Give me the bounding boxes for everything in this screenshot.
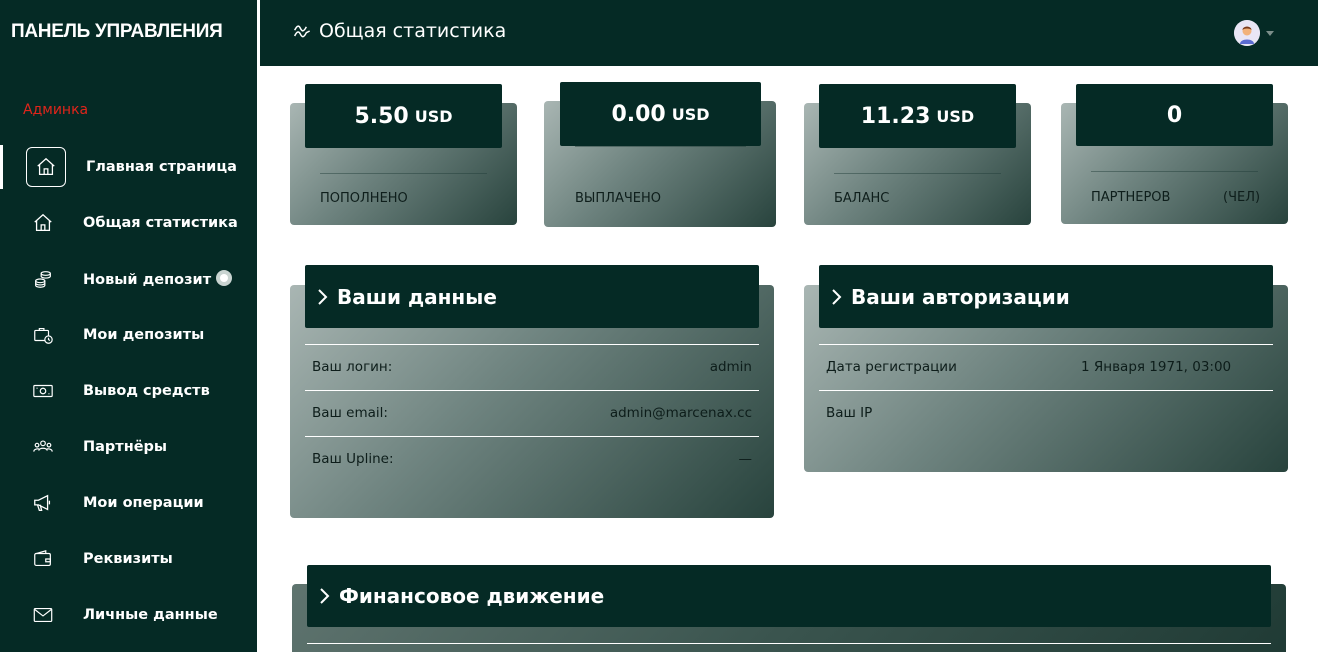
stat-value-box: 0.00 USD — [560, 82, 761, 146]
panel-title: Ваши данные — [337, 284, 497, 309]
stat-value: 5.50 — [354, 103, 409, 129]
sidebar-nav: Главная страница Общая статистика Новый … — [0, 139, 257, 643]
divider — [819, 390, 1273, 391]
sidebar-item-statistics[interactable]: Общая статистика — [0, 195, 257, 251]
activity-icon — [293, 23, 313, 39]
mail-icon — [31, 603, 55, 627]
email-value: admin@marcenax.cc — [609, 405, 752, 421]
registration-date-label: Дата регистрации — [826, 359, 957, 375]
registration-date-value: 1 Января 1971, 03:00 — [1081, 359, 1232, 375]
chevron-right-icon — [319, 587, 331, 605]
sidebar-item-label: Реквизиты — [83, 551, 173, 567]
panel-header: Ваши авторизации — [819, 265, 1273, 328]
sidebar-item-label: Личные данные — [83, 607, 218, 623]
stat-value-box: 5.50 USD — [305, 84, 502, 148]
stat-card-paid-out: 0.00 USD ВЫПЛАЧЕНО — [544, 82, 776, 227]
cash-icon — [31, 379, 55, 403]
stat-card-deposited: 5.50 USD ПОПОЛНЕНО — [290, 84, 517, 226]
stat-unit: (ЧЕЛ) — [1223, 190, 1261, 205]
user-avatar-icon — [1234, 20, 1260, 46]
page-title: Общая статистика — [293, 20, 506, 42]
panel-title: Ваши авторизации — [851, 284, 1070, 309]
user-menu[interactable] — [1234, 20, 1274, 46]
panel-title: Финансовое движение — [339, 584, 605, 608]
sidebar: ПАНЕЛЬ УПРАВЛЕНИЯ Админка Главная страни… — [0, 0, 257, 652]
stat-value-box: 11.23 USD — [819, 84, 1016, 148]
panel-header: Ваши данные — [305, 265, 759, 328]
sidebar-item-home[interactable]: Главная страница — [0, 139, 257, 195]
sidebar-item-requisites[interactable]: Реквизиты — [0, 531, 257, 587]
sidebar-item-partners[interactable]: Партнёры — [0, 419, 257, 475]
stat-label: БАЛАНС — [834, 191, 890, 206]
stat-value: 0.00 — [611, 101, 666, 127]
upline-value: — — [738, 451, 753, 467]
stat-currency: USD — [414, 106, 453, 126]
divider — [307, 643, 1271, 644]
divider — [320, 173, 487, 174]
stat-label: ПОПОЛНЕНО — [320, 191, 408, 206]
sidebar-item-new-deposit[interactable]: Новый депозит — [0, 251, 257, 307]
divider — [305, 390, 759, 391]
sidebar-item-my-deposits[interactable]: Мои депозиты — [0, 307, 257, 363]
sidebar-item-personal[interactable]: Личные данные — [0, 587, 257, 643]
sidebar-item-label-wrap: Новый депозит — [83, 270, 233, 288]
sidebar-item-label: Новый депозит — [83, 272, 212, 288]
login-label: Ваш логин: — [312, 359, 393, 375]
stat-value-box: 0 — [1076, 84, 1273, 146]
divider — [305, 436, 759, 437]
stat-currency: USD — [936, 106, 975, 126]
ip-label: Ваш IP — [826, 405, 873, 421]
divider — [1091, 171, 1258, 172]
your-auth-panel: Ваши авторизации Дата регистрации 1 Янва… — [804, 265, 1288, 472]
briefcase-clock-icon — [31, 323, 55, 347]
chevron-right-icon — [317, 288, 329, 306]
sidebar-item-label: Вывод средств — [83, 383, 210, 399]
login-value: admin — [709, 359, 752, 375]
megaphone-icon — [31, 491, 55, 515]
stat-currency: USD — [671, 104, 710, 124]
stat-label: ВЫПЛАЧЕНО — [575, 191, 661, 206]
panel-header: Финансовое движение — [307, 565, 1271, 627]
chevron-down-icon — [1266, 30, 1274, 36]
finance-panel: Финансовое движение — [292, 565, 1286, 652]
divider — [819, 344, 1273, 345]
divider — [305, 344, 759, 345]
chevron-right-icon — [831, 288, 843, 306]
users-icon — [31, 435, 55, 459]
stat-value: 11.23 — [860, 103, 931, 129]
upline-label: Ваш Upline: — [312, 451, 394, 467]
sidebar-item-withdraw[interactable]: Вывод средств — [0, 363, 257, 419]
divider — [834, 173, 1001, 174]
email-label: Ваш email: — [312, 405, 388, 421]
page-title-text: Общая статистика — [319, 20, 507, 42]
sidebar-item-label: Главная страница — [86, 159, 237, 175]
sidebar-item-label: Партнёры — [83, 439, 168, 455]
sidebar-item-label: Мои операции — [83, 495, 204, 511]
top-bar: Общая статистика — [260, 0, 1318, 66]
wallet-icon — [31, 547, 55, 571]
stat-card-balance: 11.23 USD БАЛАНС — [804, 84, 1031, 226]
home-icon — [26, 147, 66, 187]
stat-card-partners: 0 ПАРТНЕРОВ (ЧЕЛ) — [1061, 84, 1288, 224]
new-badge-icon — [216, 270, 233, 286]
brand-title: ПАНЕЛЬ УПРАВЛЕНИЯ — [11, 21, 223, 42]
sidebar-item-label: Мои депозиты — [83, 327, 205, 343]
divider — [575, 146, 746, 147]
stat-label: ПАРТНЕРОВ — [1091, 190, 1171, 205]
user-role-label: Админка — [23, 102, 89, 118]
stat-value: 0 — [1166, 102, 1183, 128]
home-outline-icon — [31, 211, 55, 235]
your-data-panel: Ваши данные Ваш логин: admin Ваш email: … — [290, 265, 774, 518]
sidebar-item-operations[interactable]: Мои операции — [0, 475, 257, 531]
sidebar-item-label: Общая статистика — [83, 215, 238, 231]
coins-icon — [31, 267, 55, 291]
